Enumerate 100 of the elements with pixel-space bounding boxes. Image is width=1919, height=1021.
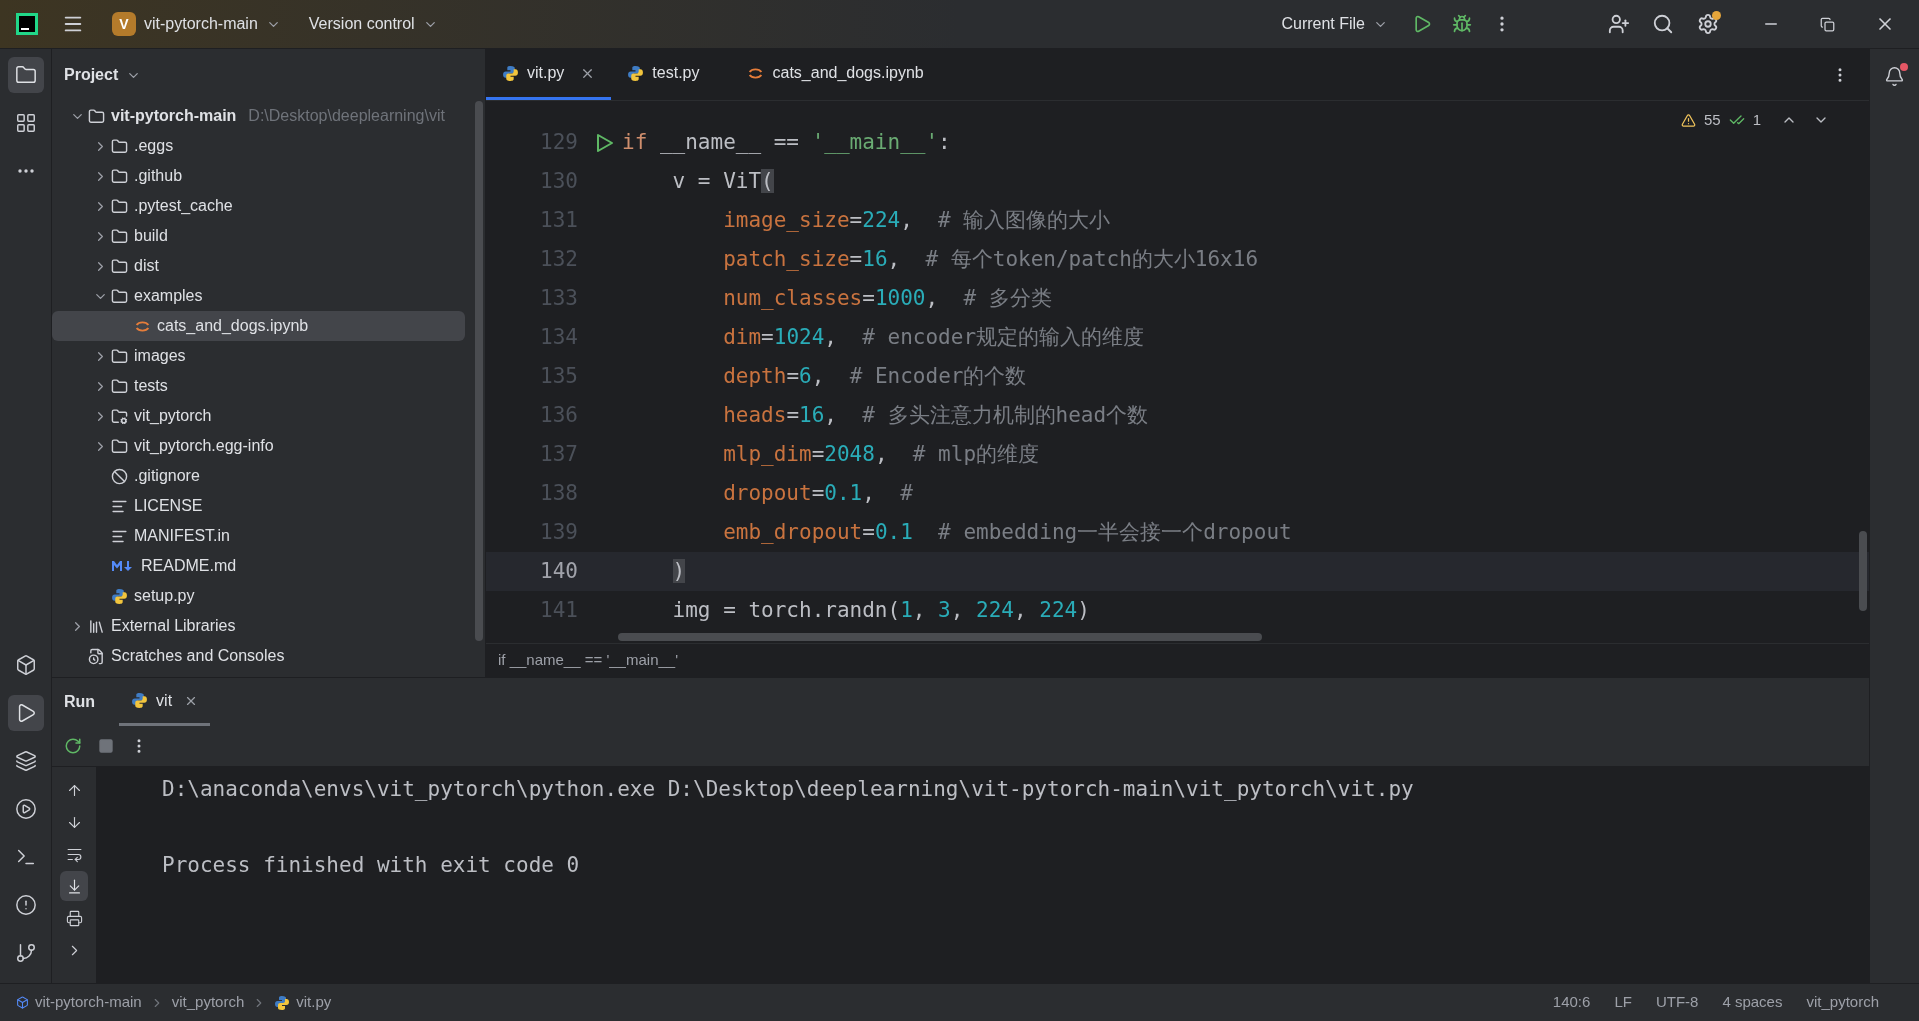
tree-item-label: .gitignore (134, 466, 200, 486)
tree-item-label: LICENSE (134, 496, 203, 516)
tree-item[interactable]: .gitignore (52, 461, 465, 491)
warning-icon (1680, 112, 1696, 128)
status-breadcrumb[interactable]: vit.py (274, 991, 332, 1014)
tree-item[interactable]: build (52, 221, 465, 251)
tree-item[interactable]: tests (52, 371, 465, 401)
code-text: v = ViT( (671, 167, 774, 195)
tree-item[interactable]: .pytest_cache (52, 191, 465, 221)
tree-item-label: tests (134, 376, 168, 396)
tree-item[interactable]: setup.py (52, 581, 465, 611)
layers-icon (14, 750, 37, 772)
editor-tab[interactable]: test.py (611, 49, 716, 100)
run-config-selector[interactable]: Current File (1281, 12, 1388, 36)
tree-item-label: vit_pytorch (134, 406, 212, 426)
tree-item[interactable]: External Libraries (52, 611, 465, 641)
tree-item[interactable]: Scratches and Consoles (52, 641, 465, 671)
settings-button[interactable] (1696, 12, 1720, 36)
problems-icon (14, 894, 37, 916)
vcs-selector[interactable]: Version control (308, 12, 438, 36)
code-text: img = torch.randn(1, 3, 224, 224) (671, 596, 1090, 624)
code-text: mlp_dim=2048, # mlp的维度 (722, 440, 1040, 468)
editor-tab[interactable]: cats_and_dogs.ipynb (731, 49, 940, 100)
scrollbar[interactable] (475, 101, 483, 641)
tab-label: test.py (652, 63, 700, 83)
ignore-file-icon (111, 467, 128, 485)
add-user-icon[interactable] (1608, 13, 1630, 35)
tree-item-label: README.md (141, 556, 237, 576)
status-breadcrumb[interactable]: vit_pytorch (171, 991, 245, 1014)
folder-icon (111, 197, 128, 215)
tree-item[interactable]: MANIFEST.in (52, 521, 465, 551)
code-text: dim=1024, # encoder规定的输入的维度 (722, 323, 1145, 351)
bell-icon (1884, 65, 1905, 87)
structure-icon (14, 112, 37, 134)
tree-item-label: External Libraries (111, 616, 236, 636)
tree-item-label: examples (134, 286, 203, 306)
tab-label: cats_and_dogs.ipynb (772, 63, 924, 83)
tree-item[interactable]: cats_and_dogs.ipynb (52, 311, 465, 341)
git-icon (14, 942, 37, 964)
tree-item-label: cats_and_dogs.ipynb (157, 316, 309, 336)
panel-title: Project (64, 65, 119, 85)
project-name: vit-pytorch-main (144, 14, 258, 34)
folder-icon (111, 437, 128, 455)
status-item[interactable]: 4 spaces (1722, 991, 1783, 1014)
status-breadcrumb[interactable]: vit-pytorch-main (16, 991, 142, 1014)
debug-icon[interactable] (1452, 14, 1472, 34)
more-icon (17, 169, 34, 173)
tree-item[interactable]: vit_pytorch.egg-info (52, 431, 465, 461)
horizontal-scrollbar[interactable] (618, 633, 1262, 641)
python-icon (131, 692, 149, 709)
project-badge: V (112, 12, 136, 36)
folder-button[interactable] (7, 57, 44, 93)
status-item[interactable]: vit_pytorch (1806, 991, 1879, 1014)
scratches-icon (88, 647, 105, 665)
project-selector[interactable]: V vit-pytorch-main (108, 12, 285, 36)
tree-item-label: dist (134, 256, 159, 276)
tree-item[interactable]: vit_pytorch (52, 401, 465, 431)
status-item[interactable]: LF (1614, 991, 1632, 1014)
tree-item-label: .eggs (134, 136, 174, 156)
code-text: heads=16, # 多头注意力机制的head个数 (722, 401, 1149, 429)
tree-item[interactable]: dist (52, 251, 465, 281)
tree-item[interactable]: README.md (52, 551, 465, 581)
code-text: emb_dropout=0.1 # embedding一半会接一个dropout (722, 518, 1292, 546)
markdown-icon (111, 559, 135, 573)
code-text: if __name__ == '__main__': (621, 128, 951, 156)
tree-item-label: MANIFEST.in (134, 526, 230, 546)
run-tab[interactable]: vit (119, 678, 211, 726)
run-icon[interactable] (1412, 14, 1432, 34)
folder-icon (14, 64, 37, 86)
python-icon (502, 64, 519, 82)
restore-icon[interactable] (1820, 16, 1835, 32)
code-text: patch_size=16, # 每个token/patch的大小16x16 (722, 245, 1259, 273)
tree-item[interactable]: LICENSE (52, 491, 465, 521)
status-item[interactable]: 140:6 (1552, 991, 1591, 1014)
tree-item[interactable]: vit-pytorch-main D:\Desktop\deeplearning\vit (52, 101, 465, 131)
status-item[interactable]: UTF-8 (1655, 991, 1699, 1014)
editor-breadcrumb[interactable]: if __name__ == '__main__' (498, 649, 679, 672)
python-icon (274, 994, 291, 1011)
run-gutter-icon[interactable] (596, 132, 614, 153)
folder-icon (88, 107, 105, 125)
search-icon[interactable] (1652, 13, 1674, 35)
python-icon (627, 64, 645, 82)
code-text: dropout=0.1, # (722, 479, 913, 507)
scroll-to-end-button[interactable] (60, 871, 88, 901)
tree-item-label: .pytest_cache (134, 196, 233, 216)
tree-item-label: vit_pytorch.egg-info (134, 436, 274, 456)
line-number: 140 (539, 557, 578, 585)
folder-icon (111, 137, 128, 155)
stop-icon[interactable] (98, 738, 114, 754)
library-icon (88, 617, 105, 635)
tree-item[interactable]: .eggs (52, 131, 465, 161)
run-button[interactable] (7, 695, 44, 731)
scrollbar[interactable] (1859, 531, 1867, 611)
rerun-icon[interactable] (64, 737, 82, 755)
tree-item[interactable]: examples (52, 281, 465, 311)
tree-item[interactable]: .github (52, 161, 465, 191)
tree-item[interactable]: images (52, 341, 465, 371)
editor-tab[interactable]: vit.py (486, 49, 612, 100)
services-icon (14, 798, 37, 820)
vcs-label: Version control (308, 14, 415, 34)
